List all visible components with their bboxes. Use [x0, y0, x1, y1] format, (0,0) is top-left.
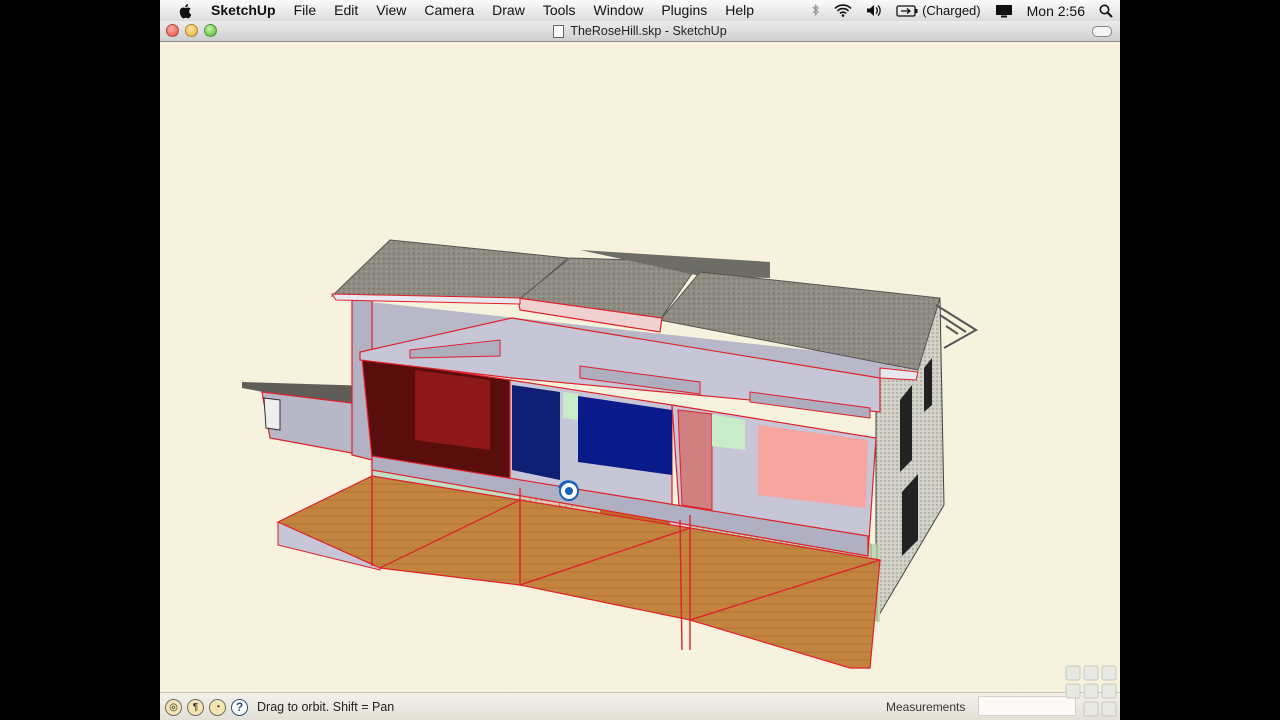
- model-info-icon[interactable]: ◔: [209, 698, 226, 716]
- house-geometry: [242, 239, 978, 669]
- menu-camera[interactable]: Camera: [415, 0, 483, 21]
- window-title: TheRoseHill.skp - SketchUp: [570, 24, 727, 38]
- menu-draw[interactable]: Draw: [483, 0, 534, 21]
- spotlight-icon[interactable]: [1099, 4, 1113, 18]
- menu-help[interactable]: Help: [716, 0, 763, 21]
- wifi-icon[interactable]: [834, 4, 852, 17]
- volume-icon[interactable]: [866, 4, 882, 17]
- battery-icon[interactable]: [896, 4, 918, 17]
- measurements-input[interactable]: [978, 696, 1076, 716]
- status-bar: ◎ ¶ ◔ ? Drag to orbit. Shift = Pan Measu…: [160, 692, 1120, 720]
- apple-icon[interactable]: [178, 3, 194, 19]
- menu-edit[interactable]: Edit: [325, 0, 367, 21]
- screen: SketchUp File Edit View Camera Draw Tool…: [160, 0, 1120, 720]
- menu-extras: (Charged) Mon 2:56: [805, 3, 1120, 19]
- menu-window[interactable]: Window: [585, 0, 653, 21]
- credits-icon[interactable]: ¶: [187, 698, 204, 716]
- geo-location-icon[interactable]: ◎: [165, 698, 182, 716]
- document-icon: [553, 24, 565, 38]
- menu-tools[interactable]: Tools: [534, 0, 585, 21]
- zoom-button[interactable]: [204, 24, 217, 37]
- menu-app-sketchup[interactable]: SketchUp: [202, 0, 285, 21]
- menu-file[interactable]: File: [285, 0, 326, 21]
- help-icon[interactable]: ?: [231, 698, 248, 716]
- house-section-model[interactable]: [160, 42, 1120, 692]
- menu-bar: SketchUp File Edit View Camera Draw Tool…: [160, 0, 1120, 22]
- display-icon[interactable]: [995, 4, 1013, 18]
- measurements-label: Measurements: [886, 700, 966, 714]
- minimize-button[interactable]: [185, 24, 198, 37]
- menu-view[interactable]: View: [367, 0, 415, 21]
- battery-status: (Charged): [922, 3, 981, 18]
- menu-clock[interactable]: Mon 2:56: [1027, 3, 1085, 19]
- resize-grip-icon[interactable]: [1064, 664, 1120, 720]
- model-viewport[interactable]: [160, 42, 1120, 692]
- bluetooth-icon[interactable]: [812, 4, 820, 17]
- status-hint: Drag to orbit. Shift = Pan: [257, 700, 395, 714]
- toolbar-toggle-button[interactable]: [1092, 26, 1112, 37]
- orbit-cursor-icon: [558, 480, 579, 501]
- window-title-bar[interactable]: TheRoseHill.skp - SketchUp: [160, 21, 1120, 42]
- menu-plugins[interactable]: Plugins: [652, 0, 716, 21]
- window-controls: [166, 24, 223, 37]
- close-button[interactable]: [166, 24, 179, 37]
